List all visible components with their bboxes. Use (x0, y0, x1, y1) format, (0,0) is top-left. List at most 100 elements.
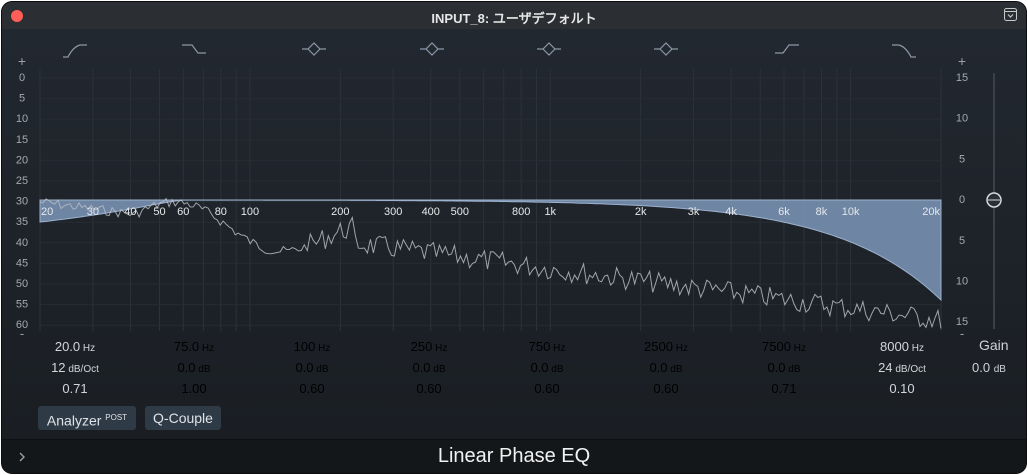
band-frequency-field[interactable]: 8000 Hz (847, 339, 957, 354)
left-axis-tick: 35 (16, 216, 28, 228)
frequency-label: 40 (124, 206, 136, 218)
eq-display-area: +0 5 10 15 20 25 30 35 40 45 50 55 60- +15 10 5 0 5 10 15-… (2, 29, 1026, 439)
band-q-field[interactable]: 1.00 (139, 381, 249, 396)
band-gain-field[interactable]: 0.0 dB (257, 360, 367, 375)
left-axis-tick: 30 (16, 196, 28, 208)
band-frequency-field-unit: Hz (790, 343, 806, 354)
left-axis-tick: 40 (16, 237, 28, 249)
band-gain-field[interactable]: 24 dB/Oct (847, 360, 957, 375)
band-frequency-field[interactable]: 2500 Hz (611, 339, 721, 354)
plugin-name: Linear Phase EQ (437, 445, 591, 467)
gain-unit: dB (993, 364, 1006, 375)
analyzer-mode-label: POST (105, 413, 128, 422)
band-q-field-number: 0.60 (653, 381, 679, 396)
frequency-label: 800 (512, 206, 530, 218)
band-gain-field-number: 0.0 (767, 360, 786, 375)
band-gain-field-number: 0.0 (295, 360, 314, 375)
band-frequency-field-number: 250 (410, 339, 433, 354)
analyzer-button[interactable]: Analyzer POST (38, 406, 136, 430)
band-gain-field-unit: dB (667, 364, 683, 375)
frequency-label: 30 (87, 206, 99, 218)
gain-label: Gain (979, 337, 1009, 353)
right-axis-plus: + (958, 53, 966, 69)
left-axis-tick: 55 (16, 299, 28, 311)
title-bar: INPUT_8: ユーザデフォルト (2, 2, 1026, 30)
frequency-label: 2k (635, 206, 647, 218)
frequency-label: 60 (177, 206, 189, 218)
band-gain-field-unit: dB (430, 364, 446, 375)
band-frequency-field[interactable]: 750 Hz (492, 339, 602, 354)
plugin-window: INPUT_8: ユーザデフォルト +0 5 10 15 20 25 30 35 40 45 50 5… (2, 2, 1026, 473)
band-gain-field[interactable]: 0.0 dB (139, 360, 249, 375)
frequency-label: 20k (922, 206, 940, 218)
right-axis-tick: 10 (956, 113, 968, 125)
frequency-label: 300 (384, 206, 402, 218)
band-gain-field-number: 24 (878, 360, 893, 375)
band-gain-field-number: 0.0 (177, 360, 196, 375)
view-toggle-icon[interactable] (1004, 8, 1017, 21)
band-gain-field-number: 0.0 (412, 360, 431, 375)
band-q-field[interactable]: 0.60 (611, 381, 721, 396)
gain-value-number: 0.0 (972, 360, 991, 375)
band-q-field-number: 0.60 (416, 381, 442, 396)
band-q-field[interactable]: 0.60 (374, 381, 484, 396)
band-q-field-number: 0.71 (62, 381, 88, 396)
frequency-label: 3k (688, 206, 700, 218)
band-frequency-field[interactable]: 75.0 Hz (139, 339, 249, 354)
band-frequency-field-number: 100 (293, 339, 316, 354)
band-frequency-field-unit: Hz (199, 343, 215, 354)
band-q-field-number: 0.60 (299, 381, 325, 396)
band-frequency-field[interactable]: 20.0 Hz (20, 339, 130, 354)
frequency-label: 80 (215, 206, 227, 218)
q-couple-button[interactable]: Q-Couple (145, 406, 221, 430)
band-q-field-number: 1.00 (181, 381, 207, 396)
band-q-field[interactable]: 0.10 (847, 381, 957, 396)
band-q-field[interactable]: 0.60 (257, 381, 367, 396)
band-gain-field-unit: dB (313, 364, 329, 375)
band-q-field[interactable]: 0.60 (492, 381, 602, 396)
band-gain-field-number: 12 (51, 360, 66, 375)
band-gain-field[interactable]: 12 dB/Oct (20, 360, 130, 375)
frequency-label: 200 (331, 206, 349, 218)
band-gain-field[interactable]: 0.0 dB (611, 360, 721, 375)
left-axis-tick: 20 (16, 154, 28, 166)
band-frequency-field-number: 75.0 (173, 339, 200, 354)
band-gain-field-unit: dB (195, 364, 211, 375)
band-frequency-field[interactable]: 250 Hz (374, 339, 484, 354)
frequency-label: 20 (41, 206, 53, 218)
right-axis-tick: 10 (956, 276, 968, 288)
band-q-field[interactable]: 0.71 (20, 381, 130, 396)
frequency-label: 8k (816, 206, 828, 218)
right-axis-tick: 15 (956, 72, 968, 84)
band-frequency-field-number: 20.0 (54, 339, 81, 354)
gain-value[interactable]: 0.0 dB (972, 360, 1006, 375)
band-gain-field[interactable]: 0.0 dB (729, 360, 839, 375)
left-axis-tick: 15 (16, 134, 28, 146)
band-frequency-field[interactable]: 100 Hz (257, 339, 367, 354)
right-axis-tick: 5 (959, 235, 965, 247)
band-q-field-number: 0.71 (771, 381, 797, 396)
frequency-label: 400 (422, 206, 440, 218)
band-gain-field-unit: dB (785, 364, 801, 375)
frequency-label: 500 (451, 206, 469, 218)
band-q-field-number: 0.10 (889, 381, 915, 396)
band-frequency-field-unit: Hz (432, 343, 448, 354)
left-axis-tick: 10 (16, 113, 28, 125)
band-q-field-number: 0.60 (534, 381, 560, 396)
band-gain-field[interactable]: 0.0 dB (374, 360, 484, 375)
gain-slider-handle[interactable] (986, 192, 1002, 208)
band-frequency-field[interactable]: 7500 Hz (729, 339, 839, 354)
window-title: INPUT_8: ユーザデフォルト (431, 11, 597, 26)
analyzer-label: Analyzer (46, 412, 102, 429)
eq-graph[interactable]: +051015202530354045505560- +15105051015-… (2, 29, 1026, 439)
band-q-field[interactable]: 0.71 (729, 381, 839, 396)
band-gain-field-unit: dB/Oct (65, 364, 99, 375)
band-frequency-field-unit: Hz (315, 343, 331, 354)
frequency-label: 50 (153, 206, 165, 218)
footer-bar: Linear Phase EQ (2, 439, 1026, 473)
band-frequency-field-unit: Hz (908, 343, 924, 354)
band-gain-field[interactable]: 0.0 dB (492, 360, 602, 375)
frequency-label: 6k (778, 206, 790, 218)
left-axis-tick: 50 (16, 278, 28, 290)
band-frequency-field-unit: Hz (80, 343, 96, 354)
